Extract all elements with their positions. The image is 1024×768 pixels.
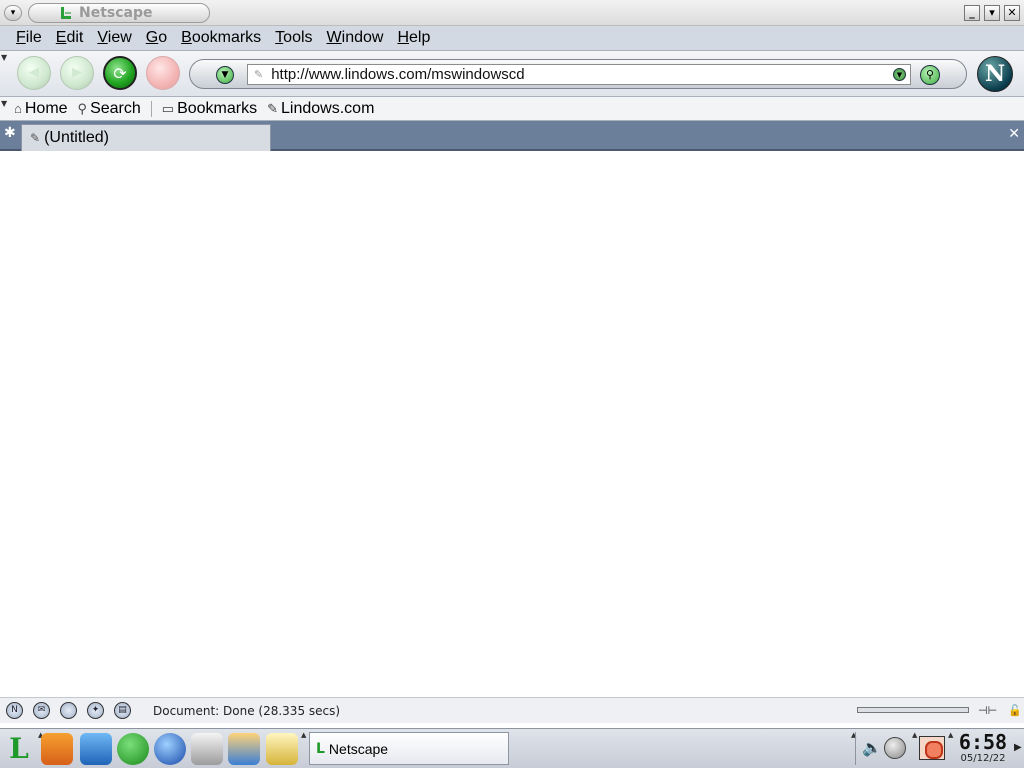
tray-status-icon[interactable] [884, 737, 906, 759]
taskbar-task-netscape[interactable]: L Netscape [309, 732, 509, 765]
close-button[interactable]: ✕ [1004, 5, 1020, 21]
menu-go[interactable]: Go [146, 29, 167, 47]
search-label: Search [90, 99, 141, 117]
window-title-pill[interactable]: Netscape [28, 3, 210, 23]
back-button[interactable]: ◀ [17, 56, 51, 90]
menu-bar: File Edit View Go Bookmarks Tools Window… [0, 26, 1024, 51]
close-tab-icon[interactable]: ✕ [1008, 126, 1020, 142]
url-dropdown-button[interactable]: ▼ [893, 68, 906, 81]
connection-icon: ⊣⊢ [978, 704, 998, 717]
new-tab-icon[interactable]: ✱ [4, 125, 16, 141]
taskbar-expand-arrow-icon[interactable]: ▶ [1014, 742, 1022, 753]
history-dropdown-button[interactable]: ▼ [216, 66, 234, 84]
clock-date: 05/12/22 [960, 753, 1006, 764]
search-icon: ⚲ [77, 100, 88, 116]
personal-bookmarks-button[interactable]: ▭ Bookmarks [162, 100, 257, 118]
stop-button[interactable] [146, 56, 180, 90]
click-n-run-icon[interactable] [117, 733, 149, 765]
tab-bar: ✱ ✎ (Untitled) ✕ [0, 121, 1024, 151]
clock-time: 6:58 [958, 730, 1008, 754]
menu-file[interactable]: File [16, 29, 42, 47]
url-text: http://www.lindows.com/mswindowscd [271, 66, 525, 83]
reload-button[interactable]: ⟳ [103, 56, 137, 90]
back-arrow-icon: ◀ [29, 65, 39, 80]
status-text: Document: Done (28.335 secs) [153, 703, 341, 718]
menu-help[interactable]: Help [397, 29, 430, 47]
menu-tools[interactable]: Tools [275, 29, 312, 47]
folder-icon: ▭ [161, 100, 175, 116]
page-icon: ✎ [267, 100, 279, 116]
url-input[interactable]: ✎ http://www.lindows.com/mswindowscd ▼ [247, 64, 911, 85]
composer-icon[interactable] [60, 702, 77, 719]
menu-bookmarks[interactable]: Bookmarks [181, 29, 261, 47]
security-lock-icon[interactable]: 🔓 [1008, 704, 1022, 717]
lindows-logo-icon: L [316, 740, 325, 757]
window-title: Netscape [79, 5, 153, 21]
url-bar-capsule: ▼ ✎ http://www.lindows.com/mswindowscd ▼… [189, 59, 967, 89]
page-icon: ✎ [30, 131, 41, 145]
reload-icon: ⟳ [113, 64, 127, 83]
title-bar: ▾ Netscape _ ▾ ✕ [0, 0, 1024, 26]
life-vest-icon[interactable] [41, 733, 73, 765]
home-icon: ⌂ [14, 101, 22, 116]
browser-window: ▾ Netscape _ ▾ ✕ File Edit View Go Bookm… [0, 0, 1024, 728]
minimize-button[interactable]: _ [964, 5, 980, 21]
text-editor-icon[interactable] [266, 733, 298, 765]
menu-window[interactable]: Window [327, 29, 384, 47]
tab-label: (Untitled) [44, 129, 109, 146]
netscape-logo-icon[interactable]: N [977, 56, 1013, 92]
search-button[interactable]: ⚲ [920, 65, 940, 85]
progress-bar [857, 707, 969, 713]
clock-arrow-icon[interactable]: ▲ [948, 731, 953, 739]
forward-button[interactable]: ▶ [60, 56, 94, 90]
power-icon[interactable] [919, 736, 945, 760]
tab-untitled[interactable]: ✎ (Untitled) [21, 124, 271, 151]
window-menu-button[interactable]: ▾ [4, 5, 22, 21]
lindows-label: Lindows.com [281, 99, 375, 117]
volume-icon[interactable]: 🔈 [862, 738, 882, 758]
web-browser-icon[interactable] [154, 733, 186, 765]
mailbox-icon[interactable] [191, 733, 223, 765]
tray-divider [855, 732, 856, 765]
home-label: Home [24, 99, 68, 117]
menu-edit[interactable]: Edit [56, 29, 84, 47]
status-bar: N ✉ ✦ ▤ Document: Done (28.335 secs) ⊣⊢ … [0, 697, 1024, 723]
page-icon: ✎ [254, 68, 264, 81]
forward-arrow-icon: ▶ [72, 65, 82, 80]
launcher-more-arrow-icon[interactable]: ▲ [301, 731, 306, 739]
bookmarks-label: Bookmarks [177, 99, 258, 117]
mail-icon[interactable]: ✉ [33, 702, 50, 719]
taskbar: L ▲ ▲ L Netscape ▲ 🔈 ▲ ▲ 6:58 05/12/22 ▶ [0, 728, 1024, 768]
page-content[interactable] [0, 153, 1024, 697]
personal-toolbar-grip-icon[interactable]: ▼ [1, 99, 10, 108]
address-book-icon[interactable]: ▤ [114, 702, 131, 719]
personal-search-button[interactable]: ⚲ Search [78, 100, 141, 118]
task-label: Netscape [328, 740, 389, 757]
maximize-button[interactable]: ▾ [984, 5, 1000, 21]
tray-more-arrow-icon[interactable]: ▲ [912, 731, 917, 739]
toolbar-divider [150, 100, 152, 117]
menu-view[interactable]: View [97, 29, 131, 47]
tools-icon[interactable]: ✦ [87, 702, 104, 719]
personal-home-button[interactable]: ⌂ Home [14, 100, 68, 118]
personal-toolbar: ▼ ⌂ Home ⚲ Search ▭ Bookmarks ✎ Lindows.… [0, 97, 1024, 121]
personal-lindows-link[interactable]: ✎ Lindows.com [267, 100, 374, 118]
navigation-toolbar: ▼ ◀ ▶ ⟳ ▼ ✎ http://www.lindows.com/mswin… [0, 51, 1024, 97]
navigator-icon[interactable]: N [6, 702, 23, 719]
lindows-start-icon[interactable]: L [3, 733, 35, 765]
toolbar-collapse-grip-icon[interactable]: ▼ [1, 53, 10, 62]
file-manager-icon[interactable] [80, 733, 112, 765]
lindows-logo-icon [61, 7, 71, 19]
users-icon[interactable] [228, 733, 260, 765]
clock[interactable]: 6:58 05/12/22 [955, 731, 1011, 766]
